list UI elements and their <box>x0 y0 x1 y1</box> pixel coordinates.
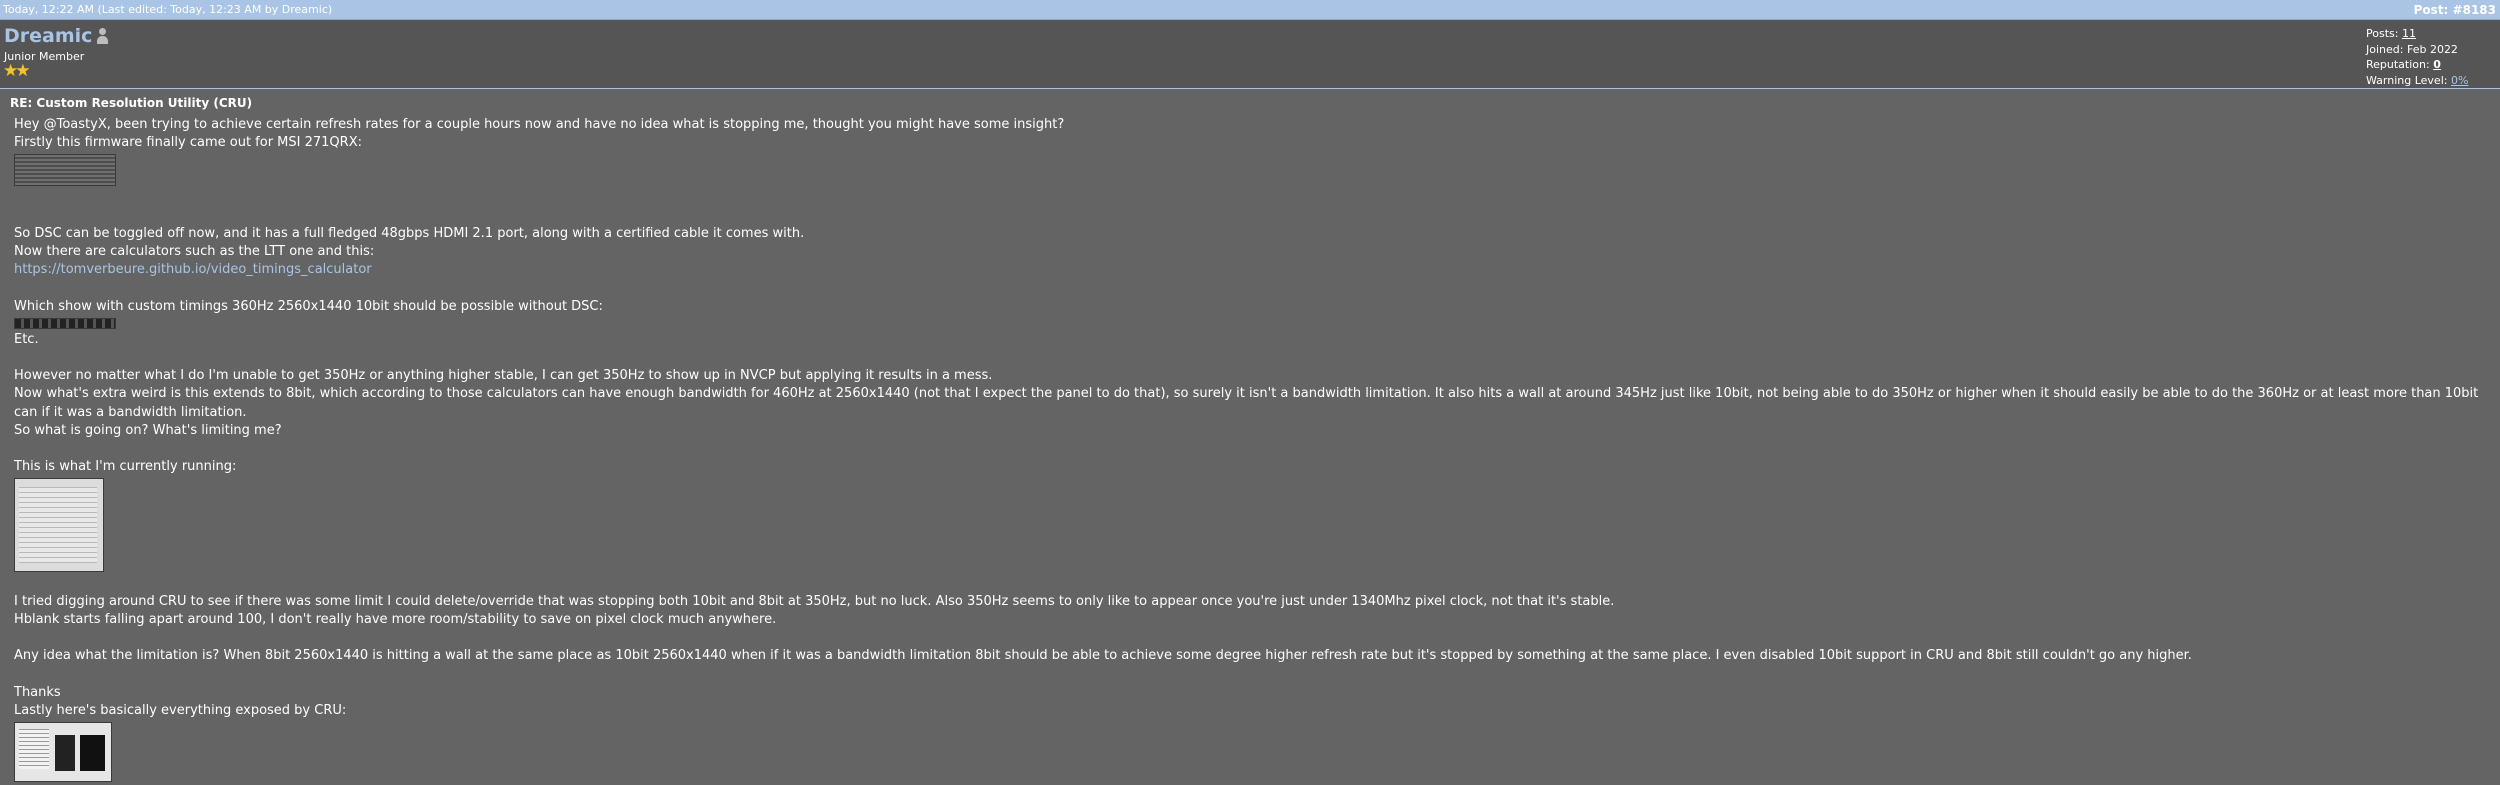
post-line: So what is going on? What's limiting me? <box>14 422 282 438</box>
author-rank-stars-icon: ★★ <box>3 61 31 81</box>
firmware-screenshot-thumbnail[interactable] <box>14 154 116 187</box>
author-stats: Posts: 11 Joined: Feb 2022 Reputation: 0… <box>2366 26 2468 88</box>
calculator-link[interactable]: https://tomverbeure.github.io/video_timi… <box>14 262 372 277</box>
post-line: Now what's extra weird is this extends t… <box>14 386 2479 420</box>
post-number-link[interactable]: Post: #8183 <box>2414 3 2496 17</box>
post-header-bar: Today, 12:22 AM (Last edited: Today, 12:… <box>0 0 2500 20</box>
post-line: So DSC can be toggled off now, and it ha… <box>14 225 805 241</box>
stat-posts: Posts: 11 <box>2366 26 2468 42</box>
post-subject: RE: Custom Resolution Utility (CRU) <box>10 96 253 110</box>
stat-posts-label: Posts: <box>2366 27 2399 40</box>
post-timestamp: Today, 12:22 AM (Last edited: Today, 12:… <box>3 3 333 16</box>
post-line: Which show with custom timings 360Hz 256… <box>14 298 603 314</box>
stat-reputation-label: Reputation: <box>2366 58 2430 71</box>
post-line: This is what I'm currently running: <box>14 459 237 475</box>
stat-reputation: Reputation: 0 <box>2366 57 2468 73</box>
current-settings-thumbnail[interactable] <box>14 478 104 573</box>
post-line: Firstly this firmware finally came out f… <box>14 135 362 151</box>
stat-reputation-value[interactable]: 0 <box>2433 58 2441 71</box>
user-offline-icon <box>97 28 109 44</box>
post-body: Hey @ToastyX, been trying to achieve cer… <box>14 116 2484 784</box>
stat-joined: Joined: Feb 2022 <box>2366 42 2468 58</box>
cru-overview-thumbnail[interactable] <box>14 721 112 782</box>
post-line: Thanks <box>14 684 61 700</box>
post-line: Hblank starts falling apart around 100, … <box>14 611 777 627</box>
post-line: Lastly here's basically everything expos… <box>14 702 347 718</box>
stat-posts-value[interactable]: 11 <box>2402 27 2416 40</box>
post-line: Now there are calculators such as the LT… <box>14 243 375 259</box>
stat-warning-value[interactable]: 0% <box>2451 74 2468 87</box>
stat-joined-label: Joined: <box>2366 42 2404 56</box>
post-line: However no matter what I do I'm unable t… <box>14 368 993 384</box>
post-line: Any idea what the limitation is? When 8b… <box>14 648 2192 664</box>
stat-joined-value: Feb 2022 <box>2406 42 2458 56</box>
stat-warning-label: Warning Level: <box>2366 73 2448 87</box>
stat-warning: Warning Level: 0% <box>2366 73 2468 89</box>
post-line: Hey @ToastyX, been trying to achieve cer… <box>14 117 1065 132</box>
post-line: I tried digging around CRU to see if the… <box>14 593 1615 609</box>
author-name-row: Dreamic <box>4 25 109 47</box>
timings-screenshot-thumbnail[interactable] <box>14 317 116 329</box>
post-line: Etc. <box>14 331 39 347</box>
author-panel: Dreamic Junior Member ★★ Posts: 11 Joine… <box>0 20 2500 89</box>
author-username-link[interactable]: Dreamic <box>4 25 92 47</box>
